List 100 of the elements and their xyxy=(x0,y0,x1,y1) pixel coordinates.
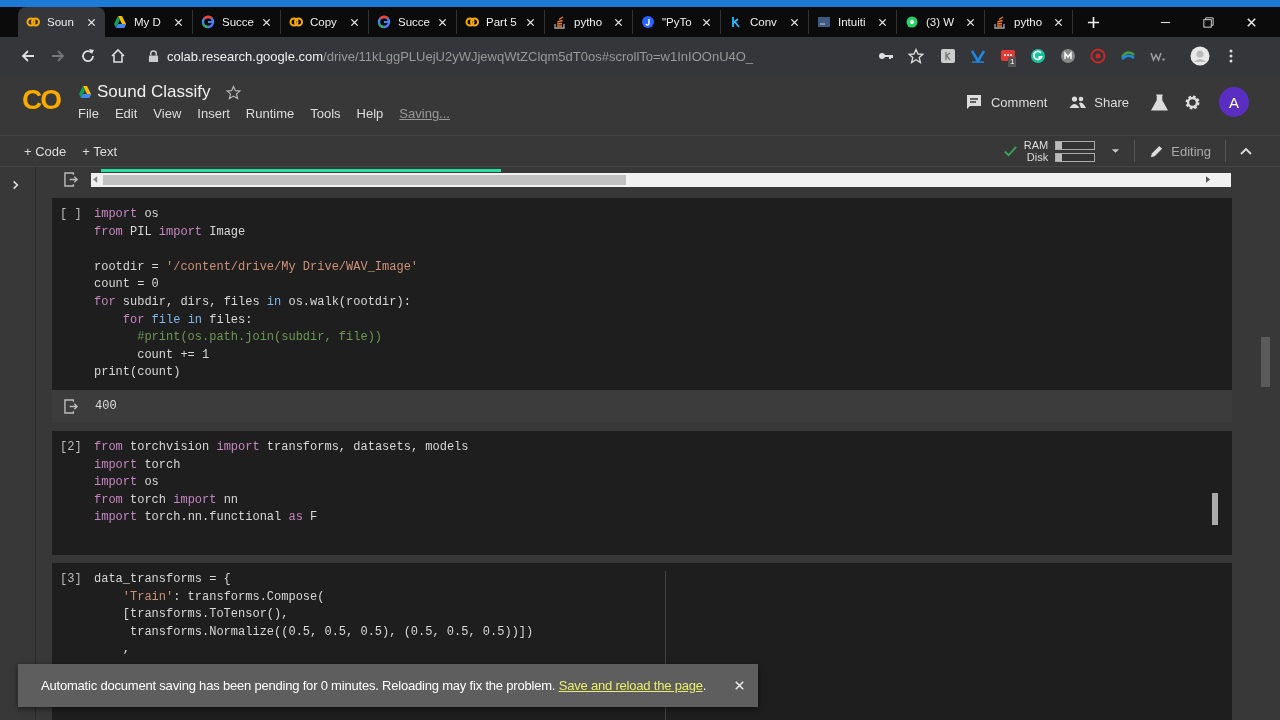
resource-label: Disk xyxy=(1026,151,1049,163)
restore-icon[interactable] xyxy=(1202,15,1215,29)
tab-title: Succe xyxy=(398,16,430,28)
code-line: , xyxy=(121,641,131,659)
browser-tab[interactable]: Succe xyxy=(369,10,457,34)
google-icon xyxy=(201,15,215,29)
browser-tab[interactable]: Soun xyxy=(18,7,105,37)
add-text-button[interactable]: + Text xyxy=(78,141,122,161)
stack-icon xyxy=(553,15,567,29)
document-icon xyxy=(817,15,831,29)
menu-item[interactable]: Runtime xyxy=(245,106,295,121)
close-icon[interactable] xyxy=(1053,16,1064,28)
tab-title: Soun xyxy=(47,16,75,28)
close-icon[interactable] xyxy=(789,16,800,28)
scroll-left-icon[interactable] xyxy=(93,176,98,183)
code-cell[interactable] xyxy=(52,198,1232,390)
browser-tab[interactable]: Part 5 xyxy=(457,10,545,34)
code-line: count += 1 xyxy=(136,346,211,364)
browser-tab[interactable]: Copy xyxy=(281,10,369,34)
avatar[interactable]: A xyxy=(1219,87,1249,117)
close-icon[interactable] xyxy=(1245,15,1258,29)
collapse-icon[interactable] xyxy=(1240,147,1252,155)
menu-item[interactable]: Help xyxy=(356,106,384,121)
people-icon xyxy=(1069,94,1087,110)
new-tab-icon[interactable] xyxy=(1087,15,1100,29)
chat-icon xyxy=(905,15,919,29)
add-code-button[interactable]: + Code xyxy=(20,141,71,161)
scrollbar-thumb[interactable] xyxy=(1261,337,1270,387)
close-icon[interactable] xyxy=(877,16,888,28)
profile-icon[interactable] xyxy=(1190,46,1210,66)
browser-tab[interactable]: "PyTo xyxy=(633,10,721,34)
star-icon[interactable] xyxy=(908,48,924,64)
save-status-link[interactable]: Saving... xyxy=(399,106,450,121)
notebook-title[interactable]: Sound Classify xyxy=(97,82,211,102)
output-text: 400 xyxy=(95,399,117,414)
triangle-icon xyxy=(78,85,92,99)
tab-title: Conv xyxy=(750,16,778,28)
close-icon[interactable] xyxy=(349,16,360,28)
code-line: import torch.nn.functional as F xyxy=(94,509,319,527)
code-cell[interactable]: [2] from torchvision import transforms, datasets, models import torch import os from torch import nn import torch.nn.functional as F xyxy=(52,430,1232,555)
menu-item[interactable]: Insert xyxy=(197,106,230,121)
menu-item[interactable]: Edit xyxy=(114,106,138,121)
close-icon[interactable] xyxy=(261,16,272,28)
code-line: import torch xyxy=(94,456,182,474)
badge-count: 1 xyxy=(1008,57,1017,67)
menu-item[interactable]: File xyxy=(78,106,99,121)
close-icon[interactable] xyxy=(437,16,448,28)
scrollbar-thumb[interactable] xyxy=(1212,492,1218,525)
code-line: transforms.Normalize((0.5, 0.5, 0.5), (0.5, 0.5, 0.5))]) xyxy=(129,623,534,641)
share-button[interactable]: Share xyxy=(1063,90,1135,114)
url-text: colab.research.google.com/drive/11kLggPLUejU2yWJjewqWtZClqm5dT0os#scrollTo=w1InIOOnU4O_ xyxy=(167,48,754,64)
scroll-right-icon[interactable] xyxy=(1206,176,1211,183)
star-icon[interactable] xyxy=(226,84,242,100)
code-line: for file in files: xyxy=(121,311,254,329)
more-icon[interactable] xyxy=(1228,48,1234,64)
home-icon[interactable] xyxy=(110,48,126,64)
extension-icon[interactable] xyxy=(1030,48,1046,64)
colab-icon xyxy=(289,15,303,29)
colab-icon xyxy=(465,15,479,29)
output-icon[interactable] xyxy=(64,172,79,187)
browser-tab[interactable]: pytho xyxy=(545,10,633,34)
close-icon[interactable] xyxy=(173,16,184,28)
browser-tab[interactable]: pytho xyxy=(985,10,1073,34)
output-icon[interactable] xyxy=(64,398,79,414)
horizontal-scrollbar[interactable] xyxy=(91,172,1231,187)
close-icon[interactable] xyxy=(965,16,976,28)
editing-button[interactable]: Editing xyxy=(1149,143,1211,159)
close-icon[interactable] xyxy=(613,16,624,28)
colab-logo[interactable]: CO xyxy=(22,84,64,116)
resources-button[interactable]: RAM Disk xyxy=(1002,139,1121,163)
expand-icon[interactable] xyxy=(10,179,21,191)
comment-button[interactable]: Comment xyxy=(959,90,1054,114)
code-line: from PIL import Image xyxy=(94,223,247,241)
forward-icon[interactable] xyxy=(50,48,66,64)
back-icon[interactable] xyxy=(20,48,36,64)
code-line: import os xyxy=(94,206,160,223)
execution-count: [3] xyxy=(60,570,83,588)
code-line: #print(os.path.join(subdir, file)) xyxy=(136,329,384,347)
extension-icon[interactable] xyxy=(1060,48,1076,64)
browser-tab[interactable]: My D xyxy=(105,10,193,34)
reload-icon[interactable] xyxy=(80,48,96,64)
browser-tab[interactable]: Intuiti xyxy=(809,10,897,34)
browser-tab[interactable]: Conv xyxy=(721,10,809,34)
settings-icon[interactable] xyxy=(1184,93,1201,111)
address-field[interactable]: colab.research.google.com/drive/11kLggPLUejU2yWJjewqWtZClqm5dT0os#scrollTo=w1InIOOnU4O_ xyxy=(148,41,938,71)
close-icon[interactable] xyxy=(701,16,712,28)
close-icon[interactable] xyxy=(86,16,97,28)
save-and-reload-link[interactable]: Save and reload the page xyxy=(558,678,703,693)
comment-icon xyxy=(965,94,983,110)
close-icon[interactable] xyxy=(525,16,536,28)
browser-tab[interactable]: Succe xyxy=(193,10,281,34)
tab-title: Part 5 xyxy=(486,16,518,28)
dropdown-icon xyxy=(1111,148,1121,154)
flask-icon[interactable] xyxy=(1151,93,1168,111)
code-line: for subdir, dirs, files in os.walk(rootdir): xyxy=(94,293,412,311)
menu-item[interactable]: Tools xyxy=(310,106,341,121)
browser-tab[interactable]: (3) W xyxy=(897,10,985,34)
extension-icon[interactable] xyxy=(940,48,956,64)
code-line: 'Train': transforms.Compose( xyxy=(121,588,326,606)
menu-item[interactable]: View xyxy=(153,106,182,121)
